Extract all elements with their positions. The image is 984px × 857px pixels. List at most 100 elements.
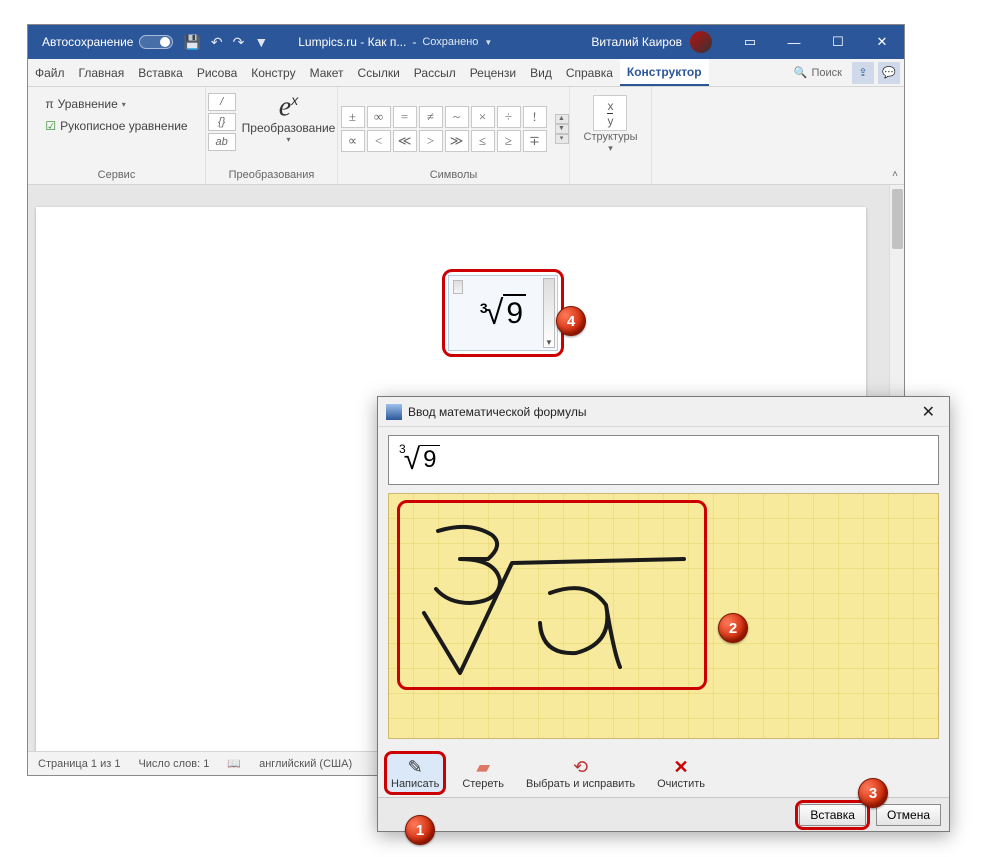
clear-tool[interactable]: ✕ Очистить: [651, 754, 711, 792]
dialog-titlebar[interactable]: Ввод математической формулы ✕: [378, 397, 949, 427]
annotation-marker-2: 2: [718, 613, 748, 643]
ribbon: π Уравнение ▾ ☑ Рукописное уравнение Сер…: [28, 87, 904, 185]
radicand: 9: [503, 294, 526, 332]
symbol-lt[interactable]: <: [367, 130, 391, 152]
minimize-button[interactable]: —: [772, 25, 816, 59]
math-input-dialog: Ввод математической формулы ✕ 3 √ 9 ✎: [377, 396, 950, 832]
symbol-div[interactable]: ÷: [497, 106, 521, 128]
user-name[interactable]: Виталий Каиров: [591, 35, 682, 49]
collapse-ribbon-button[interactable]: ˄: [892, 169, 898, 180]
undo-icon[interactable]: ↶: [211, 34, 223, 51]
equation-options-dropdown[interactable]: ▼: [543, 278, 555, 348]
spellcheck-icon[interactable]: 📖: [227, 757, 241, 770]
annotation-frame-4: ▼ 3 √ 9: [442, 269, 564, 357]
document-title: Lumpics.ru - Как п...: [298, 35, 406, 49]
symbol-mp[interactable]: ∓: [523, 130, 547, 152]
cancel-button[interactable]: Отмена: [876, 804, 941, 826]
annotation-marker-3: 3: [858, 778, 888, 808]
redo-icon[interactable]: ↷: [233, 34, 245, 51]
tab-help[interactable]: Справка: [559, 59, 620, 86]
group-symbols-label: Символы: [430, 166, 478, 184]
search-box[interactable]: 🔍 Поиск: [794, 66, 842, 79]
title-dropdown-icon[interactable]: ▼: [484, 38, 492, 47]
symbol-times[interactable]: ×: [471, 106, 495, 128]
dialog-title: Ввод математической формулы: [408, 405, 587, 419]
symbol-inf[interactable]: ∞: [367, 106, 391, 128]
group-symbols: ± ∞ = ≠ ~ × ÷ ! ∝ < ≪ > ≫ ≤ ≥ ∓: [338, 87, 570, 184]
group-structures: x y Структуры ▾: [570, 87, 652, 184]
tab-equation-design[interactable]: Конструктор: [620, 59, 709, 86]
page-indicator[interactable]: Страница 1 из 1: [38, 758, 120, 770]
equation-object[interactable]: ▼ 3 √ 9: [442, 269, 564, 357]
tab-references[interactable]: Ссылки: [351, 59, 407, 86]
save-icon[interactable]: 💾: [183, 34, 200, 51]
symbols-down-button[interactable]: ▼: [555, 124, 569, 134]
tab-view[interactable]: Вид: [523, 59, 559, 86]
pen-icon: ✎: [403, 756, 427, 778]
tab-mailings[interactable]: Рассыл: [407, 59, 463, 86]
tab-design[interactable]: Констру: [244, 59, 302, 86]
symbol-neq[interactable]: ≠: [419, 106, 443, 128]
symbol-le[interactable]: ≤: [471, 130, 495, 152]
close-button[interactable]: ✕: [860, 25, 904, 59]
radical-icon: √: [404, 445, 420, 475]
structures-button[interactable]: x y Структуры ▾: [584, 91, 638, 154]
erase-tool[interactable]: ▰ Стереть: [456, 754, 510, 792]
chevron-down-icon: ▾: [122, 100, 126, 109]
language-indicator[interactable]: английский (США): [259, 758, 352, 770]
clear-icon: ✕: [669, 756, 693, 778]
avatar[interactable]: [690, 31, 712, 53]
clear-label: Очистить: [657, 778, 705, 790]
conv-fraction-button[interactable]: /: [208, 93, 236, 111]
symbols-up-button[interactable]: ▲: [555, 114, 569, 124]
dialog-close-button[interactable]: ✕: [916, 402, 941, 422]
insert-button[interactable]: Вставка: [799, 804, 866, 826]
share-button[interactable]: ⇪: [852, 62, 874, 84]
tab-layout[interactable]: Макет: [303, 59, 351, 86]
convert-button[interactable]: ex Преобразование ▾: [242, 91, 336, 144]
write-tool[interactable]: ✎ Написать: [384, 751, 446, 795]
symbol-mlt[interactable]: ≪: [393, 130, 417, 152]
group-service: π Уравнение ▾ ☑ Рукописное уравнение Сер…: [28, 87, 206, 184]
fraction-icon: x y: [593, 95, 627, 131]
word-count[interactable]: Число слов: 1: [138, 758, 209, 770]
equation-content: 3 √ 9: [480, 294, 526, 332]
equation-label: Уравнение: [58, 97, 118, 111]
recognition-preview: 3 √ 9: [388, 435, 939, 485]
chevron-down-icon: ▾: [287, 135, 291, 144]
tab-draw[interactable]: Рисова: [190, 59, 244, 86]
radical-icon: √: [485, 296, 504, 330]
symbol-prop[interactable]: ∝: [341, 130, 365, 152]
symbol-eq[interactable]: =: [393, 106, 417, 128]
write-label: Написать: [391, 778, 439, 790]
maximize-button[interactable]: ☐: [816, 25, 860, 59]
tab-home[interactable]: Главная: [72, 59, 132, 86]
ink-equation-button[interactable]: ☑ Рукописное уравнение: [45, 117, 187, 135]
equation-move-handle[interactable]: [453, 280, 463, 294]
symbol-tilde[interactable]: ~: [445, 106, 469, 128]
select-correct-tool[interactable]: ⟲ Выбрать и исправить: [520, 754, 641, 792]
conv-braces-button[interactable]: {}: [208, 113, 236, 131]
checkbox-icon: ☑: [45, 119, 56, 133]
autosave-toggle[interactable]: Автосохранение: [42, 35, 173, 49]
symbol-fact[interactable]: !: [523, 106, 547, 128]
symbol-gt[interactable]: >: [419, 130, 443, 152]
ink-canvas[interactable]: [388, 493, 939, 739]
conv-text-button[interactable]: ab: [208, 133, 236, 151]
symbol-pm[interactable]: ±: [341, 106, 365, 128]
equation-button[interactable]: π Уравнение ▾: [45, 95, 187, 113]
comments-button[interactable]: 💬: [878, 62, 900, 84]
symbols-more-button[interactable]: ▾: [555, 134, 569, 144]
search-icon: 🔍: [794, 66, 808, 79]
tab-file[interactable]: Файл: [28, 59, 72, 86]
saved-status: Сохранено: [422, 36, 478, 48]
tab-review[interactable]: Рецензи: [463, 59, 523, 86]
document-title-area: Lumpics.ru - Как п... - Сохранено ▼: [298, 35, 492, 49]
scrollbar-thumb[interactable]: [892, 189, 903, 249]
symbol-ge[interactable]: ≥: [497, 130, 521, 152]
symbol-mgt[interactable]: ≫: [445, 130, 469, 152]
qat-dropdown-icon[interactable]: ▼: [254, 34, 268, 50]
ribbon-mode-button[interactable]: ▭: [728, 25, 772, 59]
tab-insert[interactable]: Вставка: [131, 59, 190, 86]
autosave-switch[interactable]: [139, 35, 173, 49]
